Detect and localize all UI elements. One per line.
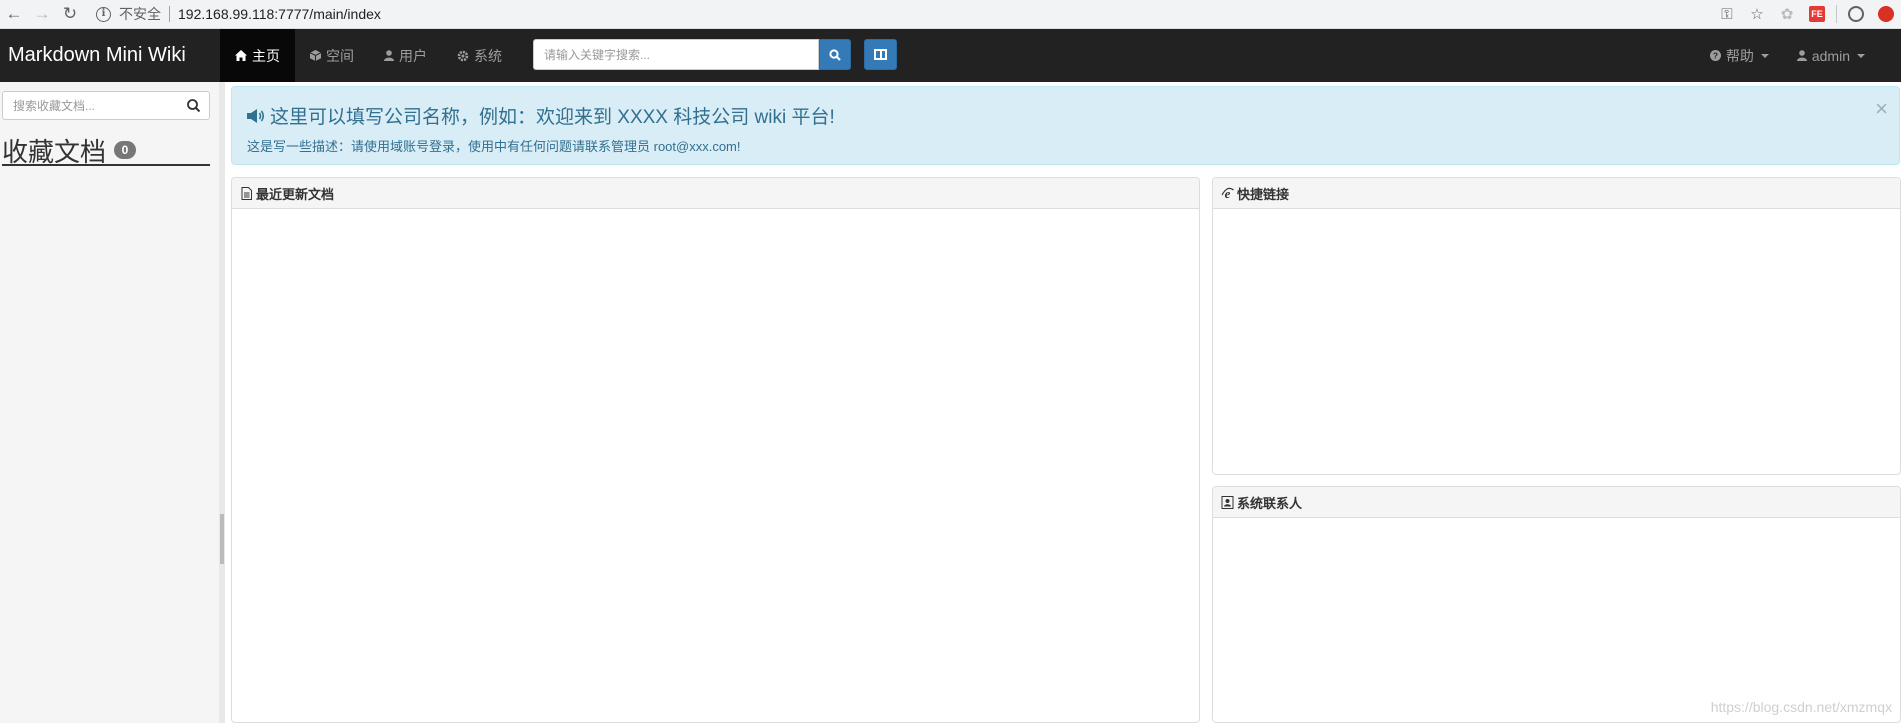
user-dropdown[interactable]: admin bbox=[1783, 29, 1879, 82]
favorites-sidebar: 收藏文档 0 bbox=[0, 82, 223, 723]
key-icon[interactable]: ⚿ bbox=[1712, 6, 1742, 23]
alert-title: 这里可以填写公司名称，例如：欢迎来到 XXXX 科技公司 wiki 平台! bbox=[270, 107, 835, 128]
help-label: 帮助 bbox=[1725, 47, 1754, 64]
star-icon[interactable]: ☆ bbox=[1742, 5, 1772, 23]
recent-docs-panel: 最近更新文档 bbox=[231, 177, 1200, 723]
sidebar-resize-handle[interactable] bbox=[219, 82, 225, 723]
bullhorn-icon bbox=[247, 108, 265, 123]
favorites-heading: 收藏文档 0 bbox=[2, 136, 210, 167]
nav-home[interactable]: 主页 bbox=[220, 29, 295, 82]
nav-system-label: 系统 bbox=[474, 47, 502, 64]
address-bar[interactable]: i 不安全 192.168.99.118:7777/main/index bbox=[96, 4, 381, 24]
red-extension-icon[interactable] bbox=[1878, 6, 1894, 22]
svg-text:?: ? bbox=[1713, 51, 1718, 61]
user-label: admin bbox=[1811, 47, 1850, 64]
nav-system[interactable]: 系统 bbox=[442, 29, 517, 82]
contacts-heading: 系统联系人 bbox=[1213, 487, 1900, 518]
quick-links-heading: e 快捷链接 bbox=[1213, 178, 1900, 209]
search-icon[interactable] bbox=[184, 96, 204, 116]
gear-icon bbox=[457, 50, 469, 61]
contacts-panel: 系统联系人 bbox=[1212, 486, 1901, 723]
reload-icon[interactable]: ↻ bbox=[56, 0, 84, 28]
extension-bird-icon[interactable]: ✿ bbox=[1772, 5, 1802, 23]
keyword-search-input[interactable] bbox=[533, 39, 819, 70]
watermark-text: https://blog.csdn.net/xmzmqx bbox=[1710, 699, 1892, 715]
columns-icon bbox=[874, 49, 887, 60]
user-icon bbox=[384, 50, 394, 61]
site-info-icon[interactable]: i bbox=[96, 6, 111, 22]
close-icon[interactable]: × bbox=[1875, 96, 1888, 122]
cube-icon bbox=[310, 50, 321, 61]
contact-card-icon bbox=[1221, 495, 1234, 509]
url-text[interactable]: 192.168.99.118:7777/main/index bbox=[178, 6, 381, 22]
sidebar-drag-grip[interactable] bbox=[220, 514, 224, 564]
alert-heading: 这里可以填写公司名称，例如：欢迎来到 XXXX 科技公司 wiki 平台! bbox=[246, 102, 835, 129]
user-icon bbox=[1796, 50, 1807, 61]
chevron-down-icon bbox=[1857, 53, 1865, 58]
main-menu: 主页 空间 用户 系统 bbox=[220, 29, 517, 82]
quick-links-panel: e 快捷链接 bbox=[1212, 177, 1901, 475]
nav-user-label: 用户 bbox=[399, 47, 427, 64]
ie-browser-icon: e bbox=[1221, 187, 1234, 200]
toggle-layout-button[interactable] bbox=[864, 39, 897, 70]
search-icon bbox=[829, 48, 841, 61]
nav-user[interactable]: 用户 bbox=[369, 29, 442, 82]
favorites-count-badge: 0 bbox=[114, 141, 137, 159]
navbar-right: ? 帮助 admin bbox=[1696, 29, 1879, 82]
nav-space[interactable]: 空间 bbox=[295, 29, 369, 82]
toolbar-divider bbox=[1836, 5, 1837, 23]
nav-home-label: 主页 bbox=[252, 47, 280, 64]
fe-extension-icon[interactable]: FE bbox=[1809, 6, 1825, 22]
insecure-label: 不安全 bbox=[119, 6, 161, 22]
alert-description: 这是写一些描述：请使用域账号登录，使用中有任何问题请联系管理员 root@xxx… bbox=[247, 139, 741, 154]
help-dropdown[interactable]: ? 帮助 bbox=[1696, 29, 1783, 82]
browser-toolbar: ← → ↻ i 不安全 192.168.99.118:7777/main/ind… bbox=[0, 0, 1901, 29]
favorites-title: 收藏文档 bbox=[2, 136, 107, 167]
nav-space-label: 空间 bbox=[326, 47, 354, 64]
chevron-down-icon bbox=[1760, 53, 1769, 58]
account-icon[interactable] bbox=[1848, 6, 1864, 22]
forward-arrow-icon[interactable]: → bbox=[28, 0, 56, 28]
recent-docs-title: 最近更新文档 bbox=[256, 186, 335, 202]
address-divider bbox=[169, 6, 170, 22]
search-button[interactable] bbox=[819, 39, 851, 70]
contacts-title: 系统联系人 bbox=[1237, 495, 1303, 511]
question-circle-icon: ? bbox=[1709, 50, 1721, 61]
top-navbar: Markdown Mini Wiki 主页 空间 用户 系统 ? 帮助 bbox=[0, 29, 1901, 82]
file-text-icon bbox=[241, 186, 252, 200]
back-arrow-icon[interactable]: ← bbox=[0, 0, 28, 28]
favorites-search-input[interactable] bbox=[2, 91, 210, 120]
home-icon bbox=[235, 50, 247, 61]
quick-links-title: 快捷链接 bbox=[1237, 186, 1290, 202]
welcome-alert: 这里可以填写公司名称，例如：欢迎来到 XXXX 科技公司 wiki 平台! 这是… bbox=[231, 86, 1900, 165]
recent-docs-heading: 最近更新文档 bbox=[232, 178, 1199, 209]
brand-title[interactable]: Markdown Mini Wiki bbox=[8, 29, 186, 82]
